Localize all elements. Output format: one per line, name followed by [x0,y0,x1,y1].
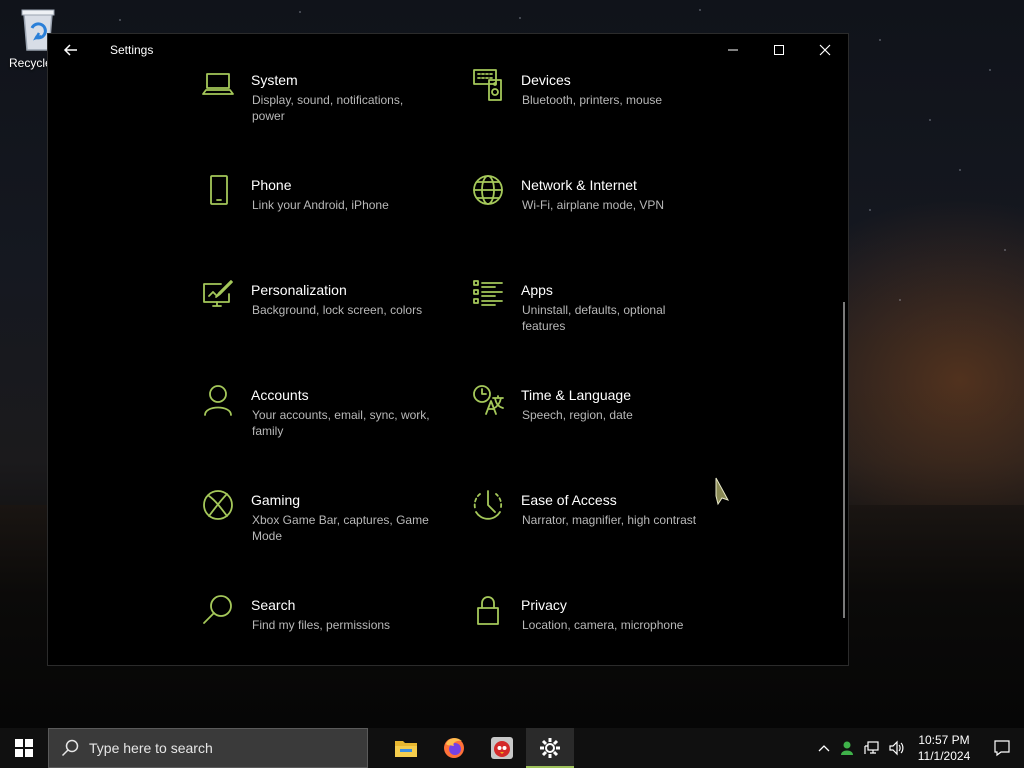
clock-date: 11/1/2024 [917,749,971,763]
lock-icon [471,593,511,633]
system-tray: 10:57 PM 11/1/2024 [812,728,1024,768]
category-description: Speech, region, date [522,408,633,422]
category-system[interactable]: System Display, sound, notifications, po… [201,68,461,148]
category-name: Time & Language [521,387,631,403]
tray-network[interactable] [860,728,884,768]
maximize-button[interactable] [756,34,802,66]
category-phone[interactable]: Phone Link your Android, iPhone [201,173,461,253]
category-name: Accounts [251,387,309,403]
person-icon [201,383,241,423]
category-description: Uninstall, defaults, optional features [522,303,666,333]
apps-list-icon [471,278,511,318]
taskbar: Type here to search 10:57 PM 11/1/2024 [0,728,1024,768]
category-name: Personalization [251,282,347,298]
laptop-icon [201,68,241,108]
clock-time: 10:57 PM [918,733,970,747]
taskbar-angry-birds[interactable] [478,728,526,768]
category-description: Xbox Game Bar, captures, Game Mode [252,513,429,543]
vertical-scrollbar[interactable] [843,302,845,618]
minimize-icon [728,49,738,51]
paint-screen-icon [201,278,241,318]
category-description: Narrator, magnifier, high contrast [522,513,697,527]
windows-logo-icon [15,739,33,757]
tray-volume[interactable] [884,728,908,768]
category-name: Apps [521,282,553,298]
category-apps[interactable]: Apps Uninstall, defaults, optional featu… [471,278,731,358]
category-accounts[interactable]: Accounts Your accounts, email, sync, wor… [201,383,461,463]
taskbar-search-box[interactable]: Type here to search [48,728,368,768]
title-bar[interactable]: Settings [48,34,848,66]
phone-icon [201,173,241,213]
category-personalization[interactable]: Personalization Background, lock screen,… [201,278,461,358]
firefox-icon [444,738,464,758]
show-hidden-icons-button[interactable] [812,728,836,768]
settings-category-grid: System Display, sound, notifications, po… [48,66,848,665]
notification-icon [994,740,1010,757]
close-icon [819,44,831,56]
action-center-button[interactable] [980,728,1024,768]
minimize-button[interactable] [710,34,756,66]
speaker-icon [889,740,904,756]
settings-gear-icon [540,738,560,758]
file-explorer-icon [395,741,417,757]
taskbar-clock[interactable]: 10:57 PM 11/1/2024 [908,732,980,764]
back-arrow-icon [63,44,77,56]
category-devices[interactable]: Devices Bluetooth, printers, mouse [471,68,731,148]
category-name: Ease of Access [521,492,617,508]
category-description: Bluetooth, printers, mouse [522,93,663,107]
category-search[interactable]: Search Find my files, permissions [201,593,461,673]
globe-icon [471,173,511,213]
category-name: Network & Internet [521,177,637,193]
time-language-icon [471,383,511,423]
category-description: Wi-Fi, airplane mode, VPN [522,198,665,212]
start-button[interactable] [0,728,48,768]
category-description: Display, sound, notifications, power [252,93,404,123]
close-button[interactable] [802,34,848,66]
category-description: Location, camera, microphone [522,618,684,632]
keyboard-speaker-icon [471,68,511,108]
category-time-language[interactable]: Time & Language Speech, region, date [471,383,731,463]
maximize-icon [774,45,784,55]
category-description: Your accounts, email, sync, work, family [252,408,430,438]
category-name: Devices [521,72,571,88]
category-gaming[interactable]: Gaming Xbox Game Bar, captures, Game Mod… [201,488,461,568]
search-icon [61,739,79,757]
category-description: Background, lock screen, colors [252,303,423,317]
category-description: Link your Android, iPhone [252,198,389,212]
magnifier-icon [201,593,241,633]
category-privacy[interactable]: Privacy Location, camera, microphone [471,593,731,673]
ease-of-access-icon [471,488,511,528]
chevron-up-icon [818,745,830,752]
search-placeholder: Type here to search [89,740,213,756]
category-name: Search [251,597,296,613]
category-name: Privacy [521,597,567,613]
settings-window: Settings System Display, sound, notifica… [47,33,849,666]
category-network-internet[interactable]: Network & Internet Wi-Fi, airplane mode,… [471,173,731,253]
category-description: Find my files, permissions [252,618,391,632]
category-name: Gaming [251,492,301,508]
network-icon [864,741,879,754]
category-ease-of-access[interactable]: Ease of Access Narrator, magnifier, high… [471,488,731,568]
window-title: Settings [110,43,154,57]
angry-bird-icon [491,737,513,759]
mouse-cursor-icon [712,476,732,506]
tray-user-app[interactable] [836,728,860,768]
taskbar-firefox[interactable] [430,728,478,768]
user-status-icon [841,741,853,755]
taskbar-file-explorer[interactable] [382,728,430,768]
xbox-icon [201,488,241,528]
back-button[interactable] [48,34,94,66]
taskbar-settings[interactable] [526,728,574,768]
category-name: Phone [251,177,292,193]
category-name: System [251,72,298,88]
